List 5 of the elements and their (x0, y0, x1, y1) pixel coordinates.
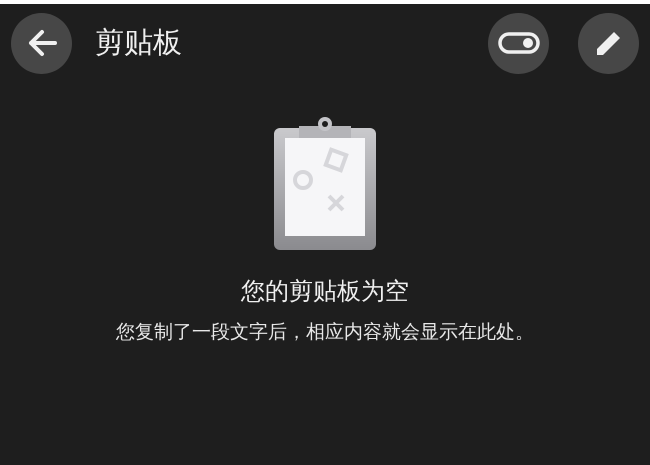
toggle-icon (498, 32, 540, 54)
empty-message: 您复制了一段文字后，相应内容就会显示在此处。 (116, 320, 534, 345)
window-title: 剪贴板 (95, 24, 182, 62)
empty-heading: 您的剪贴板为空 (241, 276, 409, 307)
back-arrow-icon (26, 29, 56, 57)
